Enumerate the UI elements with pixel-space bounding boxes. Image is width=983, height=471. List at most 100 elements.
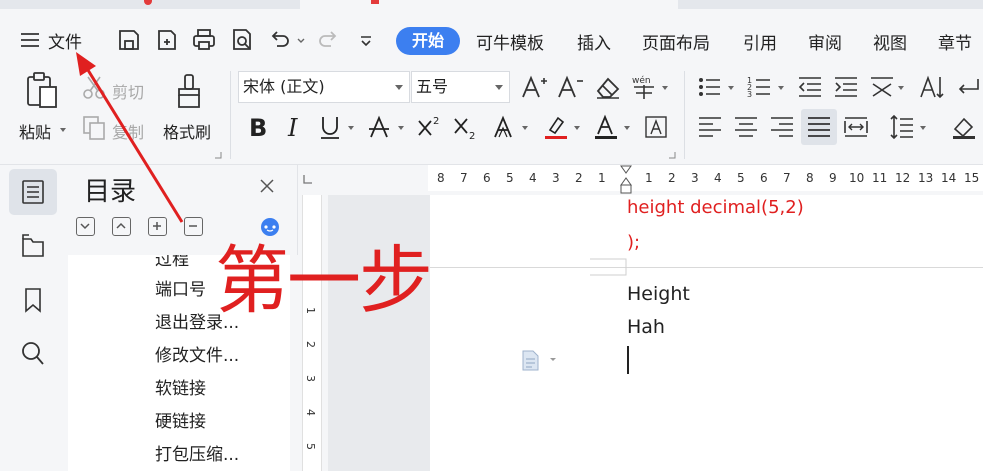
ribbon-toolbar: 粘贴 剪切 复制 格式刷 宋体 (正文) 五号 wén B I 2 2 1 2 … [0,65,983,165]
tab-start[interactable]: 开始 [396,27,460,55]
sort-icon[interactable] [918,73,946,101]
toc-nav-icon[interactable] [21,179,45,205]
undo-icon[interactable] [266,27,292,53]
paste-icon[interactable] [24,71,60,109]
show-paragraph-marks-icon[interactable] [954,73,982,101]
bookmark-icon[interactable] [22,287,44,313]
font-size-value: 五号 [416,77,449,96]
copy-button[interactable]: 复制 [112,119,144,143]
save-icon[interactable] [116,27,142,53]
pinyin-dropdown-icon[interactable] [662,86,668,90]
decrease-indent-icon[interactable] [796,73,824,101]
document-page[interactable] [430,195,983,471]
svg-text:I: I [287,114,298,141]
numbered-list-dropdown-icon[interactable] [778,86,784,90]
ribbon-separator [230,71,231,159]
shading-icon[interactable] [950,113,978,141]
text-effects-icon[interactable] [490,113,518,141]
tab-insert[interactable]: 插入 [577,29,611,54]
format-painter-button[interactable]: 格式刷 [163,119,211,143]
bold-icon[interactable]: B [244,113,272,141]
pinyin-guide-icon[interactable]: wén [630,73,658,101]
numbered-list-icon[interactable]: 1 2 3 [746,73,774,101]
bullet-list-dropdown-icon[interactable] [728,86,734,90]
increase-font-size-icon[interactable] [520,73,548,101]
tab-page-layout[interactable]: 页面布局 [642,29,710,54]
tab-section[interactable]: 章节 [938,29,972,54]
search-icon[interactable] [21,341,45,367]
svg-text:B: B [249,114,267,141]
font-dialog-launcher-icon[interactable] [668,151,676,159]
toc-item[interactable]: 修改文件... [155,341,239,366]
superscript-icon[interactable]: 2 [416,113,444,141]
align-center-icon[interactable] [732,113,760,141]
font-family-select[interactable]: 宋体 (正文) [238,71,410,103]
align-left-icon[interactable] [696,113,724,141]
increase-indent-icon[interactable] [832,73,860,101]
code-line[interactable]: ); [627,232,640,253]
close-icon[interactable] [258,177,276,195]
strikethrough-dropdown-icon[interactable] [398,126,404,130]
toc-item[interactable]: 端口号 [155,275,206,300]
ruler-tick: 3 [304,375,317,382]
strikethrough-icon[interactable] [366,113,394,141]
bullet-list-icon[interactable] [696,73,724,101]
toc-item[interactable]: 过程 [155,255,189,270]
paste-dropdown-icon[interactable] [60,128,66,132]
toc-item[interactable]: 软链接 [155,374,206,399]
font-color-icon[interactable] [592,113,620,141]
italic-icon[interactable]: I [280,113,308,141]
underline-icon[interactable] [316,113,344,141]
tab-review[interactable]: 审阅 [808,29,842,54]
expand-level-button[interactable] [148,217,167,236]
horizontal-ruler[interactable]: 8 7 6 5 4 3 2 1 1 2 3 4 5 6 7 8 9 10 11 … [298,165,983,195]
font-size-select[interactable]: 五号 [411,71,510,103]
document-text-line[interactable]: Height [627,283,690,305]
tab-stop-selector-icon[interactable] [302,173,314,185]
chevron-down-icon[interactable] [548,356,558,364]
chapter-nav-icon[interactable] [21,233,45,259]
tab-templates[interactable]: 可牛模板 [476,29,544,54]
font-color-dropdown-icon[interactable] [624,126,630,130]
character-border-icon[interactable] [642,113,670,141]
tab-view[interactable]: 视图 [873,29,907,54]
line-spacing-icon[interactable] [888,113,916,141]
text-effects-dropdown-icon[interactable] [522,126,528,130]
highlight-icon[interactable] [542,113,570,141]
quick-access-more-icon[interactable] [356,27,376,53]
export-icon[interactable] [154,27,180,53]
chinese-layout-dropdown-icon[interactable] [898,86,904,90]
line-spacing-dropdown-icon[interactable] [920,126,926,130]
subscript-icon[interactable]: 2 [452,113,480,141]
paragraph-layout-icon[interactable] [520,349,542,371]
cut-button[interactable]: 剪切 [112,79,144,103]
undo-dropdown-icon[interactable] [296,27,306,53]
underline-dropdown-icon[interactable] [348,126,354,130]
active-document-tab[interactable] [300,0,678,9]
align-justify-icon[interactable] [805,113,833,141]
collapse-all-button[interactable] [76,217,95,236]
paste-button[interactable]: 粘贴 [19,119,51,143]
chinese-layout-icon[interactable] [868,73,896,101]
print-icon[interactable] [191,27,217,53]
distributed-align-icon[interactable] [842,113,870,141]
code-line[interactable]: height decimal(5,2) [627,197,804,218]
align-right-icon[interactable] [768,113,796,141]
toc-item[interactable]: 打包压缩... [155,440,239,465]
clipboard-dialog-launcher-icon[interactable] [214,151,222,159]
expand-up-button[interactable] [112,217,131,236]
smart-toc-icon[interactable] [260,217,280,237]
print-preview-icon[interactable] [229,27,255,53]
redo-icon[interactable] [316,27,342,53]
decrease-font-size-icon[interactable] [556,73,584,101]
ruler-tick: 12 [895,171,911,185]
chevron-down-icon [495,85,503,90]
collapse-level-button[interactable] [184,217,203,236]
document-text-line[interactable]: Hah [627,316,665,338]
tab-references[interactable]: 引用 [743,29,777,54]
file-menu-button[interactable]: 文件 [20,27,82,53]
clear-formatting-icon[interactable] [594,73,622,101]
toc-item[interactable]: 硬链接 [155,407,206,432]
indent-marker-icon[interactable] [619,165,633,195]
highlight-dropdown-icon[interactable] [574,126,580,130]
